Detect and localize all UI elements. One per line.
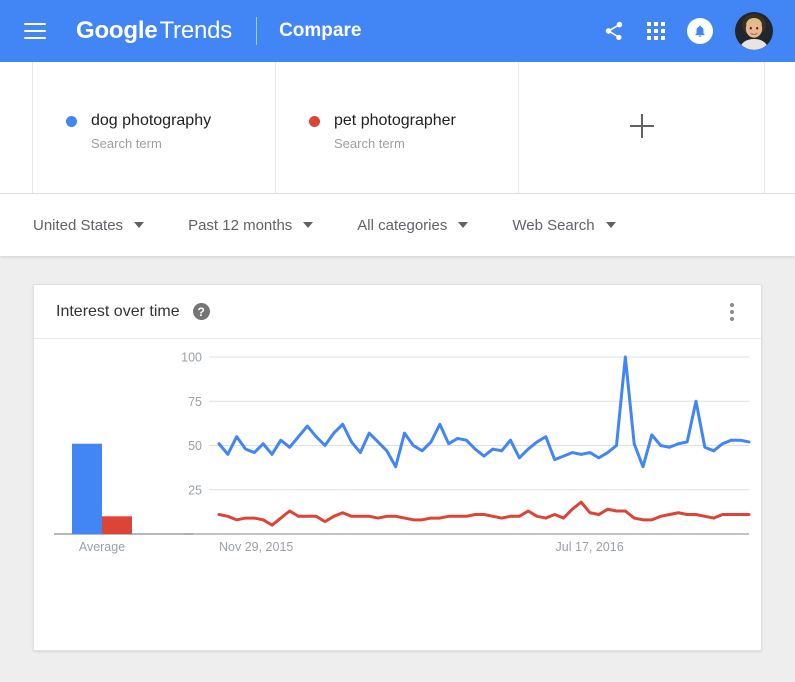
line-series-pet-photographer: [217, 500, 751, 527]
line-series-dog-photography: [217, 355, 751, 469]
term-card-1[interactable]: dog photography Search term: [33, 62, 276, 193]
term-2-type: Search term: [334, 136, 405, 151]
filter-category[interactable]: All categories: [357, 216, 469, 234]
filter-bar: United States Past 12 months All categor…: [0, 194, 795, 256]
term-1-header: dog photography: [66, 112, 275, 130]
term-card-2[interactable]: pet photographer Search term: [276, 62, 519, 193]
term-2-color-dot: [309, 115, 320, 127]
x-tick-label: Nov 29, 2015: [219, 540, 293, 554]
average-bar-pet-photographer: [102, 516, 132, 534]
y-tick-label: 100: [181, 351, 202, 365]
terms-left-spacer: [0, 62, 33, 193]
interest-over-time-card: Interest over time ? Average 25 50 75 100: [33, 284, 762, 651]
filter-time-range[interactable]: Past 12 months: [188, 216, 314, 234]
chart-gridlines: [209, 356, 749, 491]
overflow-menu-icon[interactable]: [721, 301, 743, 323]
card-header: Interest over time ?: [34, 285, 761, 339]
brand-google: Google: [76, 17, 158, 44]
x-tick-label: Jul 17, 2016: [556, 540, 624, 554]
google-trends-logo[interactable]: GoogleTrends: [76, 17, 232, 45]
term-1-type: Search term: [91, 136, 162, 151]
term-1-name: dog photography: [91, 112, 212, 129]
filter-time-range-label: Past 12 months: [188, 216, 293, 234]
brand-trends: Trends: [159, 17, 233, 44]
y-tick-label: 75: [188, 395, 202, 409]
filter-location[interactable]: United States: [33, 216, 145, 234]
y-tick-label: 50: [188, 439, 202, 453]
filter-location-label: United States: [33, 216, 124, 234]
help-icon[interactable]: ?: [192, 303, 210, 320]
filter-search-type-label: Web Search: [512, 216, 595, 234]
user-avatar[interactable]: [735, 12, 773, 50]
chevron-down-icon: [303, 222, 314, 228]
chevron-down-icon: [458, 222, 469, 228]
share-icon[interactable]: [603, 20, 625, 42]
chevron-down-icon: [605, 222, 616, 228]
term-2-header: pet photographer: [309, 112, 518, 130]
apps-grid-icon[interactable]: [647, 22, 665, 40]
app-bar: GoogleTrends Compare: [0, 0, 795, 62]
term-2-name: pet photographer: [334, 112, 456, 129]
add-comparison-button[interactable]: [519, 62, 765, 193]
compare-terms-row: dog photography Search term pet photogra…: [0, 62, 795, 194]
chart-x-axis-labels: Nov 29, 2015 Jul 17, 2016: [219, 540, 624, 554]
page-title-compare: Compare: [279, 20, 362, 41]
bell-icon: [695, 25, 705, 37]
chart-area: Average 25 50 75 100 Nov 29, 2015 Jul 17, 20…: [34, 339, 761, 651]
y-tick-label: 25: [188, 483, 202, 497]
filter-search-type[interactable]: Web Search: [512, 216, 616, 234]
appbar-divider: [256, 17, 258, 45]
average-bar-panel: Average: [54, 443, 194, 554]
average-label: Average: [79, 540, 125, 554]
chevron-down-icon: [134, 222, 145, 228]
average-bar-dog-photography: [72, 443, 102, 534]
notifications-button[interactable]: [687, 18, 713, 44]
interest-over-time-chart[interactable]: Average 25 50 75 100 Nov 29, 2015 Jul 17, 20…: [34, 339, 761, 651]
terms-right-spacer: [765, 62, 795, 193]
card-title: Interest over time: [56, 302, 180, 320]
chart-y-axis-labels: 25 50 75 100: [181, 351, 202, 498]
plus-icon: [629, 113, 654, 138]
hamburger-menu-icon[interactable]: [24, 23, 46, 39]
page-body: Interest over time ? Average 25 50 75 100: [0, 256, 795, 682]
term-1-color-dot: [66, 115, 77, 127]
filter-category-label: All categories: [357, 216, 448, 234]
appbar-actions: [603, 12, 773, 50]
